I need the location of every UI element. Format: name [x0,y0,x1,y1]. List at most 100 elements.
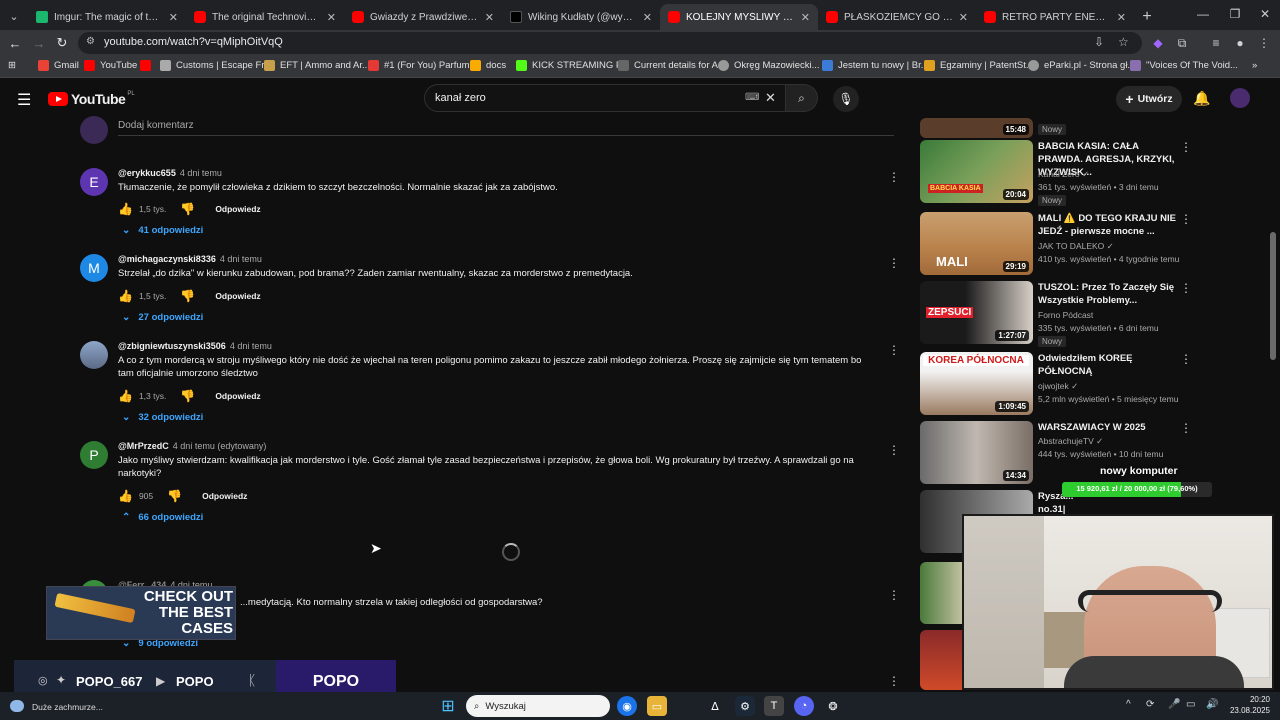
youtube-logo[interactable]: YouTube PL [48,91,135,107]
account-avatar[interactable] [1230,88,1250,108]
weather-text[interactable]: Duże zachmurze... [32,702,103,712]
channel-name[interactable]: AbstrachujeTV ✓ [1038,436,1103,447]
show-replies-button[interactable]: ⌄ 32 odpowiedzi [122,412,203,423]
reload-icon[interactable]: ↻ [53,34,71,52]
back-icon[interactable]: ← [6,34,24,52]
close-icon[interactable]: ✕ [485,11,494,24]
install-app-icon[interactable]: ⇩ [1094,35,1104,49]
notifications-bell-icon[interactable]: 🔔 [1193,90,1210,107]
video-title[interactable]: WARSZAWIACY W 2025 [1038,421,1178,434]
bookmark-docs[interactable]: docs [470,60,506,71]
close-window-icon[interactable]: ✕ [1248,0,1280,28]
reply-button[interactable]: Odpowiedz [215,204,260,214]
bookmark-current-details[interactable]: Current details for A... [618,60,726,71]
weather-icon[interactable] [10,700,24,712]
tab-search-button[interactable]: ⌄ [0,2,28,30]
video-thumbnail[interactable] [920,562,962,624]
comment-time[interactable]: 4 dni temu [220,254,262,264]
close-icon[interactable]: ✕ [959,11,968,24]
site-info-icon[interactable]: ⚙ [86,36,95,47]
video-thumbnail[interactable]: 15:48 [920,118,1033,138]
reply-button[interactable]: Odpowiedz [215,391,260,401]
video-thumbnail[interactable]: KOREA PÓŁNOCNA 1:09:45 [920,352,1033,415]
voice-search-icon[interactable]: 🎙 [833,86,859,112]
media-control-icon[interactable]: ≡ [1208,35,1224,51]
dislike-icon[interactable]: 👎 [180,289,195,303]
video-menu-icon[interactable]: ⋮ [1180,421,1192,435]
video-title[interactable]: TUSZOL: Przez To Zaczęły Się Wszystkie P… [1038,281,1178,307]
tab-0[interactable]: Imgur: The magic of the Interne ✕ [28,4,186,30]
video-title[interactable]: MALI ⚠️ DO TEGO KRAJU NIE JEDŹ - pierwsz… [1038,212,1178,238]
recommendation-item[interactable]: BABCIA KASIA 20:04 BABCIA KASIA: CAŁA PR… [920,140,1192,206]
restore-icon[interactable]: ❐ [1218,0,1252,28]
add-comment-input[interactable]: Dodaj komentarz [118,120,194,131]
comment-menu-icon[interactable]: ⋮ [888,256,900,270]
video-menu-icon[interactable]: ⋮ [1180,281,1192,295]
channel-name[interactable]: Kanał Zero ✓ [1038,169,1089,180]
file-explorer-icon[interactable]: ▭ [647,696,667,716]
dislike-icon[interactable]: 👎 [180,202,195,216]
close-icon[interactable]: ✕ [643,11,652,24]
video-menu-icon[interactable]: ⋮ [1180,352,1192,366]
taskbar-search[interactable]: ⌕ Wyszukaj [466,695,610,717]
video-thumbnail[interactable]: ZEPSUCI 1:27:07 [920,281,1033,344]
bookmark-youtube[interactable]: YouTube [84,60,137,71]
chrome-icon[interactable]: ◉ [617,696,637,716]
video-thumbnail[interactable]: 14:34 [920,421,1033,484]
avatar[interactable]: P [80,441,108,469]
tab-4-active[interactable]: KOLEJNY MYŚLIWY ZASTRZELIŁ ✕ [660,4,818,30]
like-icon[interactable]: 👍 [118,489,133,503]
channel-name[interactable]: Forno Pódcast [1038,310,1093,320]
comment-menu-icon[interactable]: ⋮ [888,674,900,688]
clock[interactable]: 20:20 23.08.2025 [1226,694,1270,716]
steam-icon[interactable]: ⚙ [735,696,755,716]
bookmark-customs[interactable]: Customs | Escape Fr... [160,60,272,71]
bookmark-egzaminy[interactable]: Egzaminy | PatentSt... [924,60,1034,71]
tab-3[interactable]: Wiking Kudłaty (@wychudzony ✕ [502,4,660,30]
bookmark-eft-ammo[interactable]: EFT | Ammo and Ar... [264,60,370,71]
show-replies-button[interactable]: ⌄ 41 odpowiedzi [122,225,203,236]
video-title[interactable]: Odwiedziłem KOREĘ PÓŁNOCNĄ [1038,352,1178,378]
bookmark-youtube-2[interactable] [140,60,156,71]
comment-author[interactable]: @michagaczynski8336 [118,254,216,264]
reply-button[interactable]: Odpowiedz [215,291,260,301]
show-replies-button[interactable]: ⌄ 27 odpowiedzi [122,312,203,323]
network-icon[interactable]: ▭ [1186,699,1195,710]
channel-name[interactable]: ojwojtek ✓ [1038,381,1078,392]
comment-author[interactable]: @MrPrzedC [118,441,169,451]
comment-time[interactable]: 4 dni temu [180,168,222,178]
extensions-puzzle-icon[interactable]: ⧉ [1174,35,1190,51]
like-icon[interactable]: 👍 [118,389,133,403]
comment-menu-icon[interactable]: ⋮ [888,588,900,602]
search-input[interactable]: kanał zero ⌨ ✕ [424,84,786,112]
discord-icon[interactable]: ◔ [794,696,814,716]
close-icon[interactable]: ✕ [169,11,178,24]
tray-expand-icon[interactable]: ^ [1126,699,1131,710]
recommendation-item[interactable]: KOREA PÓŁNOCNA 1:09:45 Odwiedziłem KOREĘ… [920,352,1192,416]
bookmark-eparki[interactable]: eParki.pl - Strona gł... [1028,60,1135,71]
keyboard-icon[interactable]: ⌨ [745,92,759,103]
video-thumbnail[interactable]: BABCIA KASIA 20:04 [920,140,1033,203]
hamburger-menu-icon[interactable]: ☰ [17,90,31,110]
hide-replies-button[interactable]: ⌃ 66 odpowiedzi [122,512,203,523]
comment-author[interactable]: @zbigniewtuszynski3506 [118,341,226,351]
channel-name[interactable]: JAK TO DALEKO ✓ [1038,241,1114,252]
tab-6[interactable]: RETRO PARTY ENERGY 2000 PR ✕ [976,4,1134,30]
video-thumbnail[interactable]: MALI 29:19 [920,212,1033,275]
menu-kebab-icon[interactable]: ⋮ [1256,35,1272,51]
comment-menu-icon[interactable]: ⋮ [888,443,900,457]
bookmark-jestem-tu-nowy[interactable]: Jestem tu nowy | Br... [822,60,929,71]
bookmarks-overflow-icon[interactable]: » [1252,60,1257,71]
new-tab-button[interactable]: + [1134,4,1160,30]
comment-menu-icon[interactable]: ⋮ [888,343,900,357]
close-icon[interactable]: ✕ [1117,11,1126,24]
teams-icon[interactable]: T [764,696,784,716]
microphone-icon[interactable]: 🎤 [1168,699,1180,710]
apps-grid-icon[interactable]: ⊞ [8,60,16,71]
tray-app-icon[interactable]: ⟳ [1146,699,1154,710]
profile-icon[interactable]: ● [1232,35,1248,51]
minimize-icon[interactable]: — [1186,0,1220,28]
video-thumbnail[interactable] [920,630,962,690]
extension-icon[interactable]: ◆ [1150,35,1166,51]
recommendation-item[interactable]: ZEPSUCI 1:27:07 TUSZOL: Przez To Zaczęły… [920,281,1192,347]
